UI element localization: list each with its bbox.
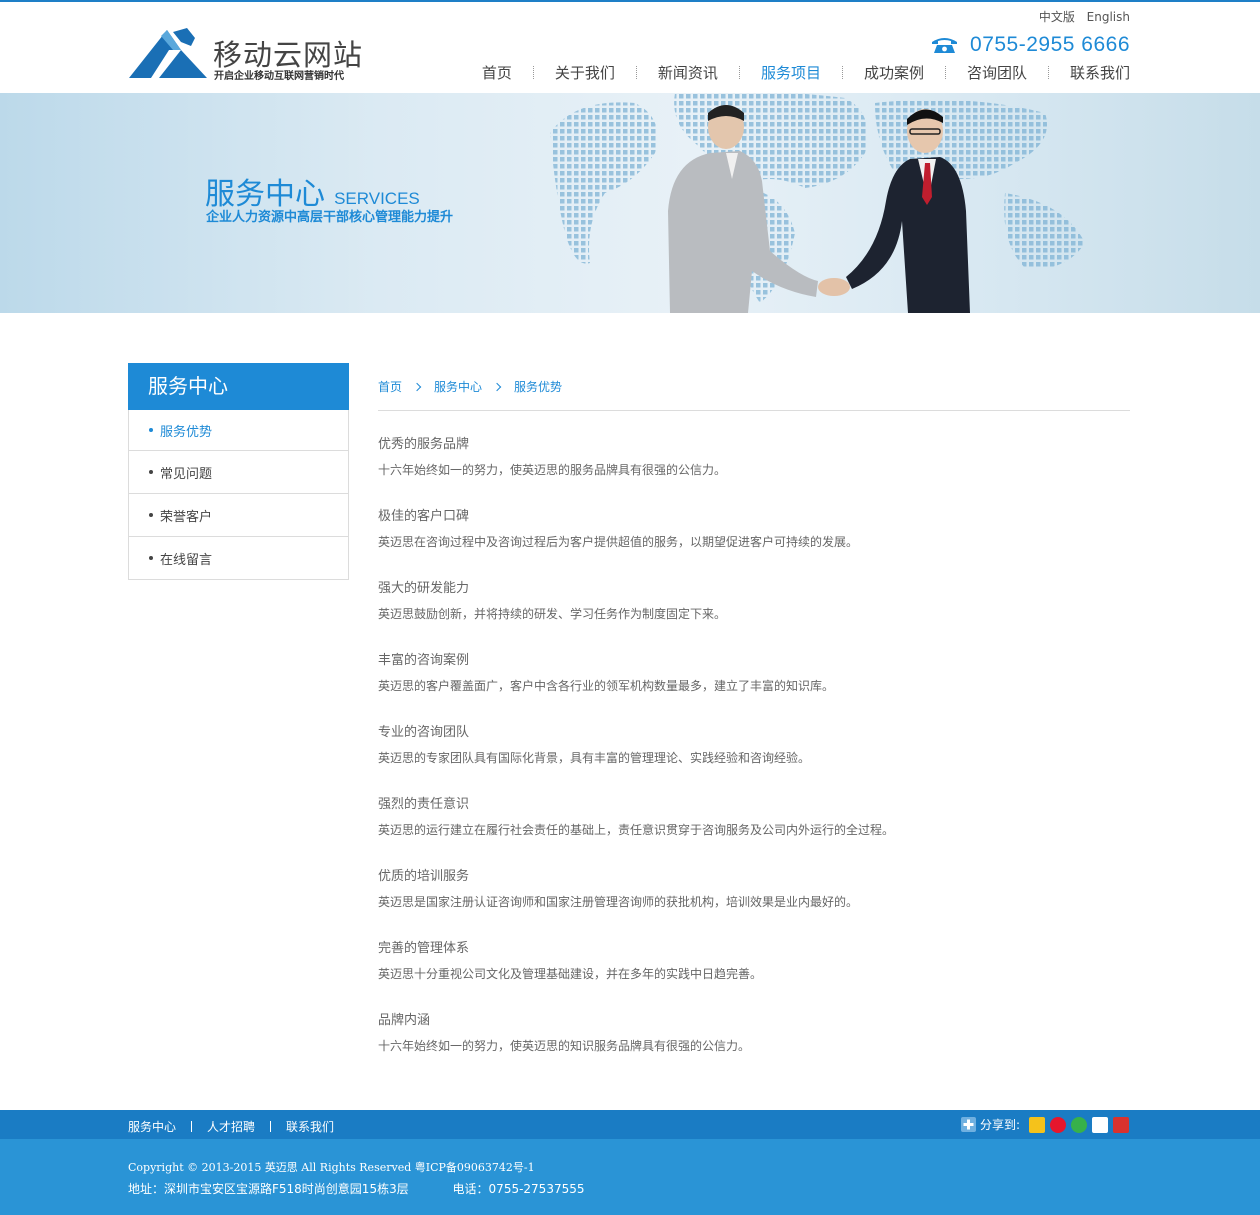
section-title: 完善的管理体系 — [378, 941, 470, 956]
section-body: 英迈思的运行建立在履行社会责任的基础上，责任意识贯穿于咨询服务及公司内外运行的全… — [378, 823, 895, 837]
list-item: 极佳的客户口碑 英迈思在咨询过程中及咨询过程后为客户提供超值的服务，以期望促进客… — [378, 509, 1130, 581]
site-header: 移动云网站 开启企业移动互联网营销时代 中文版 English 0755-295… — [0, 2, 1260, 93]
section-title: 强大的研发能力 — [378, 581, 470, 596]
logo-slogan: 开启企业移动互联网营销时代 — [214, 71, 344, 82]
section-body: 英迈思的客户覆盖面广，客户中含各行业的领军机构数量最多，建立了丰富的知识库。 — [378, 679, 835, 693]
address-text: 地址：深圳市宝安区宝源路F518时尚创意园15栋3层 — [128, 1182, 409, 1196]
phone-number: 0755-2955 6666 — [970, 33, 1130, 56]
main-content: 首页 服务中心 服务优势 优秀的服务品牌 十六年始终如一的努力，使英迈思的服务品… — [378, 363, 1130, 1085]
footer-nav-bar: 服务中心 人才招聘 联系我们 分享到: — [0, 1110, 1260, 1139]
share-plus-icon[interactable] — [960, 1117, 976, 1132]
section-title: 品牌内涵 — [378, 1013, 431, 1028]
share-label: 分享到: — [979, 1118, 1020, 1132]
language-switcher: 中文版 English — [1031, 8, 1130, 25]
section-title: 优秀的服务品牌 — [378, 437, 470, 452]
nav-home[interactable]: 首页 — [482, 62, 512, 83]
footer-link-services[interactable]: 服务中心 — [128, 1118, 176, 1135]
footer-links: 服务中心 人才招聘 联系我们 — [128, 1118, 334, 1135]
section-body: 英迈思的专家团队具有国际化背景，具有丰富的管理理论、实践经验和咨询经验。 — [378, 751, 811, 765]
bullet-icon — [149, 556, 153, 560]
footer-link-jobs[interactable]: 人才招聘 — [207, 1118, 255, 1135]
banner-subtitle: 企业人力资源中高层干部核心管理能力提升 — [206, 210, 454, 225]
footer-address-line: 地址：深圳市宝安区宝源路F518时尚创意园15栋3层 电话：0755-27537… — [128, 1180, 585, 1197]
list-item: 丰富的咨询案例 英迈思的客户覆盖面广，客户中含各行业的领军机构数量最多，建立了丰… — [378, 653, 1130, 725]
telephone-text: 电话：0755-27537555 — [452, 1182, 585, 1196]
bullet-icon — [149, 428, 153, 432]
section-title: 强烈的责任意识 — [378, 797, 470, 812]
section-title: 专业的咨询团队 — [378, 725, 470, 740]
kaixin-icon[interactable] — [1113, 1116, 1129, 1133]
nav-team[interactable]: 咨询团队 — [967, 62, 1027, 83]
section-body: 英迈思鼓励创新，并将持续的研发、学习任务作为制度固定下来。 — [378, 607, 727, 621]
section-body: 英迈思十分重视公司文化及管理基础建设，并在多年的实践中日趋完善。 — [378, 967, 763, 981]
section-body: 十六年始终如一的努力，使英迈思的服务品牌具有很强的公信力。 — [378, 463, 727, 477]
logo-mark-icon — [129, 28, 207, 78]
handshake-image — [668, 105, 970, 313]
copyright-text: Copyright © 2013-2015 英迈思 All Rights Res… — [128, 1161, 535, 1174]
nav-divider — [841, 65, 843, 79]
chevron-right-icon — [492, 382, 502, 391]
advantages-list: 优秀的服务品牌 十六年始终如一的努力，使英迈思的服务品牌具有很强的公信力。 极佳… — [378, 437, 1130, 1085]
sidebar-item-label: 荣誉客户 — [160, 509, 213, 525]
nav-news[interactable]: 新闻资讯 — [658, 62, 718, 83]
site-footer: Copyright © 2013-2015 英迈思 All Rights Res… — [0, 1139, 1260, 1215]
main-nav: 首页 关于我们 新闻资讯 服务项目 成功案例 咨询团队 联系我们 — [482, 61, 1130, 83]
breadcrumb-services[interactable]: 服务中心 — [434, 378, 482, 395]
footer-link-contact[interactable]: 联系我们 — [286, 1118, 334, 1135]
sidebar-item-message[interactable]: 在线留言 — [129, 536, 348, 579]
nav-divider — [532, 65, 534, 79]
section-title: 极佳的客户口碑 — [378, 509, 470, 524]
share-bar: 分享到: — [960, 1116, 1129, 1133]
breadcrumb: 首页 服务中心 服务优势 — [378, 363, 1130, 411]
tencent-weibo-icon[interactable] — [1071, 1116, 1087, 1133]
sidebar-item-label: 在线留言 — [160, 552, 213, 568]
header-phone: 0755-2955 6666 — [931, 32, 1130, 58]
footer-divider — [270, 1121, 272, 1132]
breadcrumb-home[interactable]: 首页 — [378, 378, 402, 395]
list-item: 完善的管理体系 英迈思十分重视公司文化及管理基础建设，并在多年的实践中日趋完善。 — [378, 941, 1130, 1013]
renren-icon[interactable] — [1092, 1116, 1108, 1133]
list-item: 优秀的服务品牌 十六年始终如一的努力，使英迈思的服务品牌具有很强的公信力。 — [378, 437, 1130, 509]
sidebar-title: 服务中心 — [128, 363, 349, 410]
list-item: 强烈的责任意识 英迈思的运行建立在履行社会责任的基础上，责任意识贯穿于咨询服务及… — [378, 797, 1130, 869]
chevron-right-icon — [412, 382, 422, 391]
qzone-icon[interactable] — [1029, 1116, 1045, 1133]
list-item: 优质的培训服务 英迈思是国家注册认证咨询师和国家注册管理咨询师的获批机构，培训效… — [378, 869, 1130, 941]
section-body: 英迈思在咨询过程中及咨询过程后为客户提供超值的服务，以期望促进客户可持续的发展。 — [378, 535, 859, 549]
nav-divider — [1047, 65, 1049, 79]
sidebar-item-faq[interactable]: 常见问题 — [129, 450, 348, 493]
bullet-icon — [149, 470, 153, 474]
site-logo[interactable]: 移动云网站 开启企业移动互联网营销时代 — [129, 28, 362, 84]
lang-chinese-link[interactable]: 中文版 — [1039, 10, 1075, 24]
nav-services[interactable]: 服务项目 — [761, 62, 821, 83]
sidebar-menu: 服务优势 常见问题 荣誉客户 在线留言 — [128, 410, 349, 580]
section-title: 优质的培训服务 — [378, 869, 470, 884]
bullet-icon — [149, 513, 153, 517]
list-item: 强大的研发能力 英迈思鼓励创新，并将持续的研发、学习任务作为制度固定下来。 — [378, 581, 1130, 653]
section-body: 十六年始终如一的努力，使英迈思的知识服务品牌具有很强的公信力。 — [378, 1039, 751, 1053]
breadcrumb-current[interactable]: 服务优势 — [514, 378, 562, 395]
section-title: 丰富的咨询案例 — [378, 653, 470, 668]
nav-contact[interactable]: 联系我们 — [1070, 62, 1130, 83]
nav-cases[interactable]: 成功案例 — [864, 62, 924, 83]
nav-about[interactable]: 关于我们 — [555, 62, 615, 83]
lang-english-link[interactable]: English — [1087, 10, 1130, 24]
sidebar-item-label: 服务优势 — [160, 424, 213, 440]
section-body: 英迈思是国家注册认证咨询师和国家注册管理咨询师的获批机构，培训效果是业内最好的。 — [378, 895, 859, 909]
sidebar-item-label: 常见问题 — [160, 466, 213, 482]
sidebar: 服务中心 服务优势 常见问题 荣誉客户 在线留言 — [128, 363, 349, 580]
page-banner: 服务中心 SERVICES 企业人力资源中高层干部核心管理能力提升 — [0, 93, 1260, 313]
list-item: 专业的咨询团队 英迈思的专家团队具有国际化背景，具有丰富的管理理论、实践经验和咨… — [378, 725, 1130, 797]
nav-divider — [944, 65, 946, 79]
nav-divider — [738, 65, 740, 79]
nav-divider — [635, 65, 637, 79]
footer-divider — [191, 1121, 193, 1132]
telephone-icon — [932, 38, 958, 53]
weibo-icon[interactable] — [1050, 1116, 1066, 1133]
sidebar-item-clients[interactable]: 荣誉客户 — [129, 493, 348, 536]
sidebar-item-advantages[interactable]: 服务优势 — [129, 410, 348, 450]
list-item: 品牌内涵 十六年始终如一的努力，使英迈思的知识服务品牌具有很强的公信力。 — [378, 1013, 1130, 1085]
